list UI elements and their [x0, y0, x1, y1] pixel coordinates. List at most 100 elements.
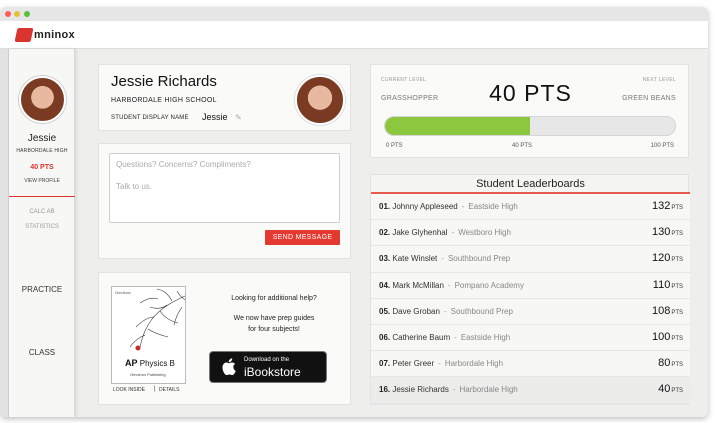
leaderboard-entry: 03. Kate Winslet - Southbound Prep: [379, 254, 510, 263]
leaderboard-points-value: 132: [651, 200, 671, 212]
sidebar-edge: [0, 49, 9, 417]
leaderboard-entry: 04. Mark McMillan - Pompano Academy: [379, 281, 524, 290]
leaderboard-row[interactable]: 07. Peter Greer - Harbordale High 80PTS: [371, 351, 690, 378]
app-window: mninox Jessie HARBORDALE HIGH 40 PTS VIE…: [0, 7, 708, 417]
details-link[interactable]: DETAILS: [159, 387, 179, 393]
leaderboard-student-name: Catherine Baum: [392, 332, 451, 342]
logo-mark-icon: [14, 28, 34, 42]
leaderboard-points-unit: PTS: [671, 309, 683, 316]
next-level-label: NEXT LEVEL: [642, 77, 676, 83]
leaderboard-row[interactable]: 03. Kate Winslet - Southbound Prep 120PTS: [371, 246, 690, 273]
omninox-logo[interactable]: mninox: [14, 27, 75, 43]
profile-card: Jessie Richards HARBORDALE HIGH SCHOOL S…: [98, 64, 351, 131]
tree-branches-illustration: [129, 288, 185, 351]
leaderboard-title: Student Leaderboards: [476, 178, 585, 190]
leaderboard-points-value: 80: [658, 357, 671, 370]
leaderboard-points-unit: PTS: [671, 388, 683, 395]
leaderboard-points: 100PTS: [652, 331, 683, 343]
leaderboard-separator: -: [447, 280, 451, 290]
leaderboard-points-value: 108: [651, 304, 671, 317]
leaderboard-row[interactable]: 02. Jake Glyhenhal - Westboro High 130PTS: [371, 220, 690, 247]
leaderboard-school: Southbound Prep: [450, 306, 513, 316]
look-inside-link[interactable]: LOOK INSIDE: [113, 387, 145, 393]
leaderboard-points-unit: PTS: [671, 335, 683, 342]
book-publisher: Omninox Publishing: [130, 372, 166, 377]
close-window-button[interactable]: [5, 11, 11, 17]
leaderboard-student-name: Dave Groban: [392, 306, 440, 316]
promo-tagline-line1: We now have prep guides: [233, 315, 315, 322]
leaderboard-school: Eastside High: [460, 332, 511, 342]
leaderboard-points: 132PTS: [652, 200, 683, 212]
leaderboard-points: 120PTS: [652, 252, 683, 264]
leaderboard-entry: 07. Peter Greer - Harbordale High: [379, 359, 503, 368]
leaderboard-school: Harbordale High: [459, 385, 518, 395]
sidebar-item-practice[interactable]: PRACTICE: [9, 285, 75, 294]
message-placeholder-line2: Talk to us.: [116, 182, 153, 191]
leaderboard-row[interactable]: 05. Dave Groban - Southbound Prep 108PTS: [371, 298, 690, 325]
link-separator: |: [154, 386, 156, 392]
message-textarea[interactable]: Questions? Concerns? Compliments? Talk t…: [109, 153, 340, 223]
leaderboard-row[interactable]: 01. Johnny Appleseed - Eastside High 132PTS: [371, 194, 690, 221]
view-profile-link[interactable]: VIEW PROFILE: [9, 178, 75, 184]
leaderboard-entry: 16. Jessie Richards - Harbordale High: [379, 385, 518, 394]
sidebar-avatar[interactable]: [19, 76, 66, 123]
sidebar-item-class[interactable]: CLASS: [9, 348, 75, 357]
leaderboard-rows: 01. Johnny Appleseed - Eastside High 132PTS…: [371, 194, 690, 404]
leaderboard-points-value: 100: [651, 330, 671, 343]
display-name-value: Jessie: [202, 112, 228, 122]
leaderboard-school: Westboro High: [458, 228, 511, 238]
book-brand: Omninox: [115, 290, 132, 295]
leaderboard-points: 108PTS: [652, 305, 683, 317]
level-progress-track: [384, 116, 676, 136]
leaderboard-row[interactable]: 06. Catherine Baum - Eastside High 100PTS: [371, 324, 690, 352]
send-message-button[interactable]: SEND MESSAGE: [265, 230, 340, 245]
leaderboard-points-unit: PTS: [671, 362, 683, 369]
leaderboard-school: Pompano Academy: [454, 280, 524, 290]
message-card: Questions? Concerns? Compliments? Talk t…: [98, 143, 351, 259]
leaderboard-student-name: Jake Glyhenhal: [392, 228, 448, 238]
promo-tagline-line2: for four subjects!: [248, 326, 300, 333]
leaderboard-points-unit: PTS: [671, 205, 683, 211]
book-title-subject: Physics B: [139, 359, 175, 368]
edit-pencil-icon[interactable]: ✎: [235, 113, 242, 122]
sidebar-item-statistics[interactable]: STATISTICS: [9, 224, 75, 230]
leaderboard-separator: -: [441, 254, 444, 264]
leaderboard-school: Southbound Prep: [447, 254, 511, 264]
leaderboard-row[interactable]: 16. Jessie Richards - Harbordale High 40PTS: [371, 377, 690, 404]
sidebar-user-points: 40 PTS: [30, 164, 54, 171]
leaderboard-rank: 03.: [379, 254, 391, 264]
leaderboard-points: 110PTS: [653, 279, 683, 291]
leaderboard-separator: -: [461, 202, 465, 211]
promo-card: Omninox AP Physics B Omninox Publishing …: [98, 272, 351, 405]
maximize-window-button[interactable]: [24, 11, 30, 17]
leaderboard-separator: -: [454, 332, 457, 342]
leaderboard-points-value: 110: [652, 278, 671, 291]
leaderboard-separator: -: [443, 306, 447, 316]
sidebar-item-calc-ab[interactable]: CALC AB: [9, 209, 75, 215]
minimize-window-button[interactable]: [14, 11, 20, 17]
leaderboard-points: 80PTS: [658, 357, 683, 369]
profile-avatar[interactable]: [295, 75, 345, 125]
leaderboard-row[interactable]: 04. Mark McMillan - Pompano Academy 110PTS: [371, 272, 690, 299]
leaderboard-rank: 06.: [379, 332, 391, 342]
level-card: CURRENT LEVEL GRASSHOPPER 40 PTS NEXT LE…: [370, 64, 689, 158]
leaderboard-entry: 05. Dave Groban - Southbound Prep: [379, 307, 513, 316]
book-cover[interactable]: Omninox AP Physics B Omninox Publishing: [111, 286, 186, 384]
app-header: mninox: [0, 21, 708, 49]
sidebar-user-name: Jessie: [27, 133, 57, 144]
leaderboard-rank: 01.: [379, 202, 391, 211]
next-level-value: GREEN BEANS: [622, 95, 676, 102]
leaderboard-entry: 02. Jake Glyhenhal - Westboro High: [379, 228, 511, 237]
sidebar: Jessie HARBORDALE HIGH 40 PTS VIEW PROFI…: [9, 49, 75, 417]
level-points: 40 PTS: [489, 80, 572, 106]
window-titlebar: [0, 7, 708, 21]
book-title-prefix: AP: [125, 358, 138, 368]
ibookstore-download-button[interactable]: Download on the iBookstore: [209, 351, 327, 383]
leaderboard-school: Eastside High: [468, 202, 518, 211]
leaderboard-entry: 01. Johnny Appleseed - Eastside High: [379, 202, 518, 211]
leaderboard-points: 40PTS: [658, 383, 683, 395]
profile-name: Jessie Richards: [111, 73, 217, 90]
leaderboard-points-value: 130: [651, 226, 671, 239]
sidebar-divider: [9, 196, 75, 197]
leaderboard-student-name: Johnny Appleseed: [392, 202, 458, 211]
